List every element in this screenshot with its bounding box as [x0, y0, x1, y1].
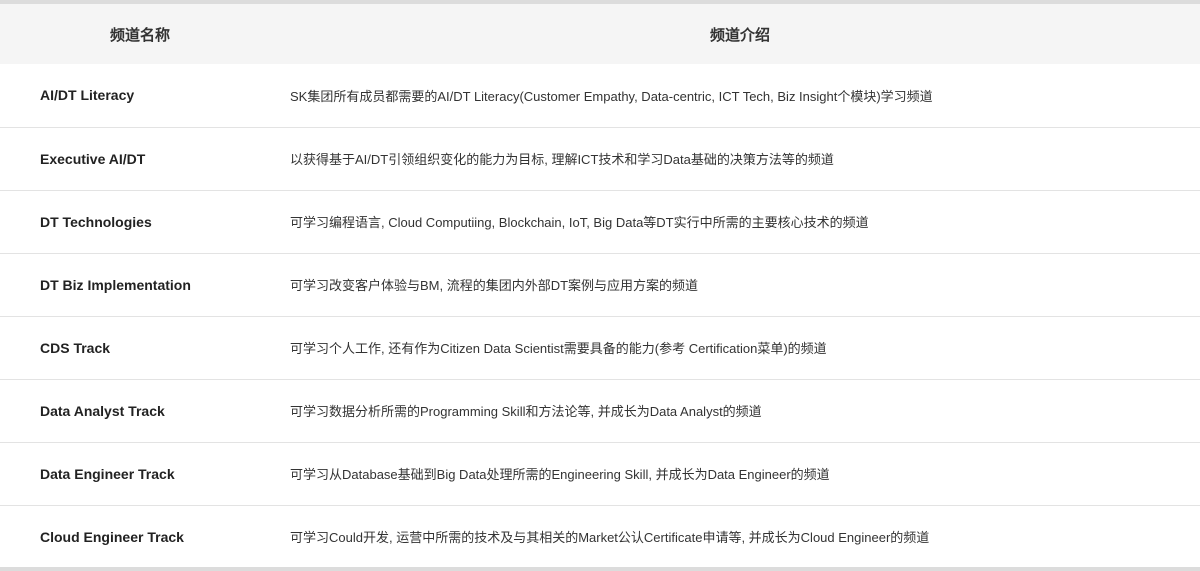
table-row: Cloud Engineer Track 可学习Could开发, 运营中所需的技… — [0, 505, 1200, 568]
channel-table: 频道名称 频道介绍 AI/DT Literacy SK集团所有成员都需要的AI/… — [0, 4, 1200, 568]
channel-description: 可学习从Database基础到Big Data处理所需的Engineering … — [280, 442, 1200, 506]
channel-name: AI/DT Literacy — [0, 64, 280, 128]
table-row: CDS Track 可学习个人工作, 还有作为Citizen Data Scie… — [0, 316, 1200, 380]
channel-name: DT Biz Implementation — [0, 253, 280, 317]
channel-name: CDS Track — [0, 316, 280, 380]
table-row: Data Analyst Track 可学习数据分析所需的Programming… — [0, 379, 1200, 443]
table-row: AI/DT Literacy SK集团所有成员都需要的AI/DT Literac… — [0, 64, 1200, 128]
header-row: 频道名称 频道介绍 — [0, 4, 1200, 64]
table-row: Data Engineer Track 可学习从Database基础到Big D… — [0, 442, 1200, 506]
channel-name: Data Analyst Track — [0, 379, 280, 443]
channel-name: Data Engineer Track — [0, 442, 280, 506]
table-row: DT Technologies 可学习编程语言, Cloud Computiin… — [0, 190, 1200, 254]
channel-description: 可学习编程语言, Cloud Computiing, Blockchain, I… — [280, 190, 1200, 254]
channel-description: 可学习个人工作, 还有作为Citizen Data Scientist需要具备的… — [280, 316, 1200, 380]
column-header-channel-description: 频道介绍 — [280, 4, 1200, 64]
channel-name: Executive AI/DT — [0, 127, 280, 191]
channel-description: SK集团所有成员都需要的AI/DT Literacy(Customer Empa… — [280, 64, 1200, 128]
channel-description: 可学习改变客户体验与BM, 流程的集团内外部DT案例与应用方案的频道 — [280, 253, 1200, 317]
table-row: Executive AI/DT 以获得基于AI/DT引领组织变化的能力为目标, … — [0, 127, 1200, 191]
channel-name: DT Technologies — [0, 190, 280, 254]
channel-description: 可学习数据分析所需的Programming Skill和方法论等, 并成长为Da… — [280, 379, 1200, 443]
table-row: DT Biz Implementation 可学习改变客户体验与BM, 流程的集… — [0, 253, 1200, 317]
channel-name: Cloud Engineer Track — [40, 528, 184, 545]
table-header: 频道名称 频道介绍 — [0, 4, 1200, 64]
channel-description: 以获得基于AI/DT引领组织变化的能力为目标, 理解ICT技术和学习Data基础… — [280, 127, 1200, 191]
channel-table-container: 频道名称 频道介绍 AI/DT Literacy SK集团所有成员都需要的AI/… — [0, 0, 1200, 571]
channel-description: 可学习Could开发, 运营中所需的技术及与其相关的Market公认Certif… — [290, 530, 930, 546]
table-body: AI/DT Literacy SK集团所有成员都需要的AI/DT Literac… — [0, 64, 1200, 568]
column-header-channel-name: 频道名称 — [0, 4, 280, 64]
